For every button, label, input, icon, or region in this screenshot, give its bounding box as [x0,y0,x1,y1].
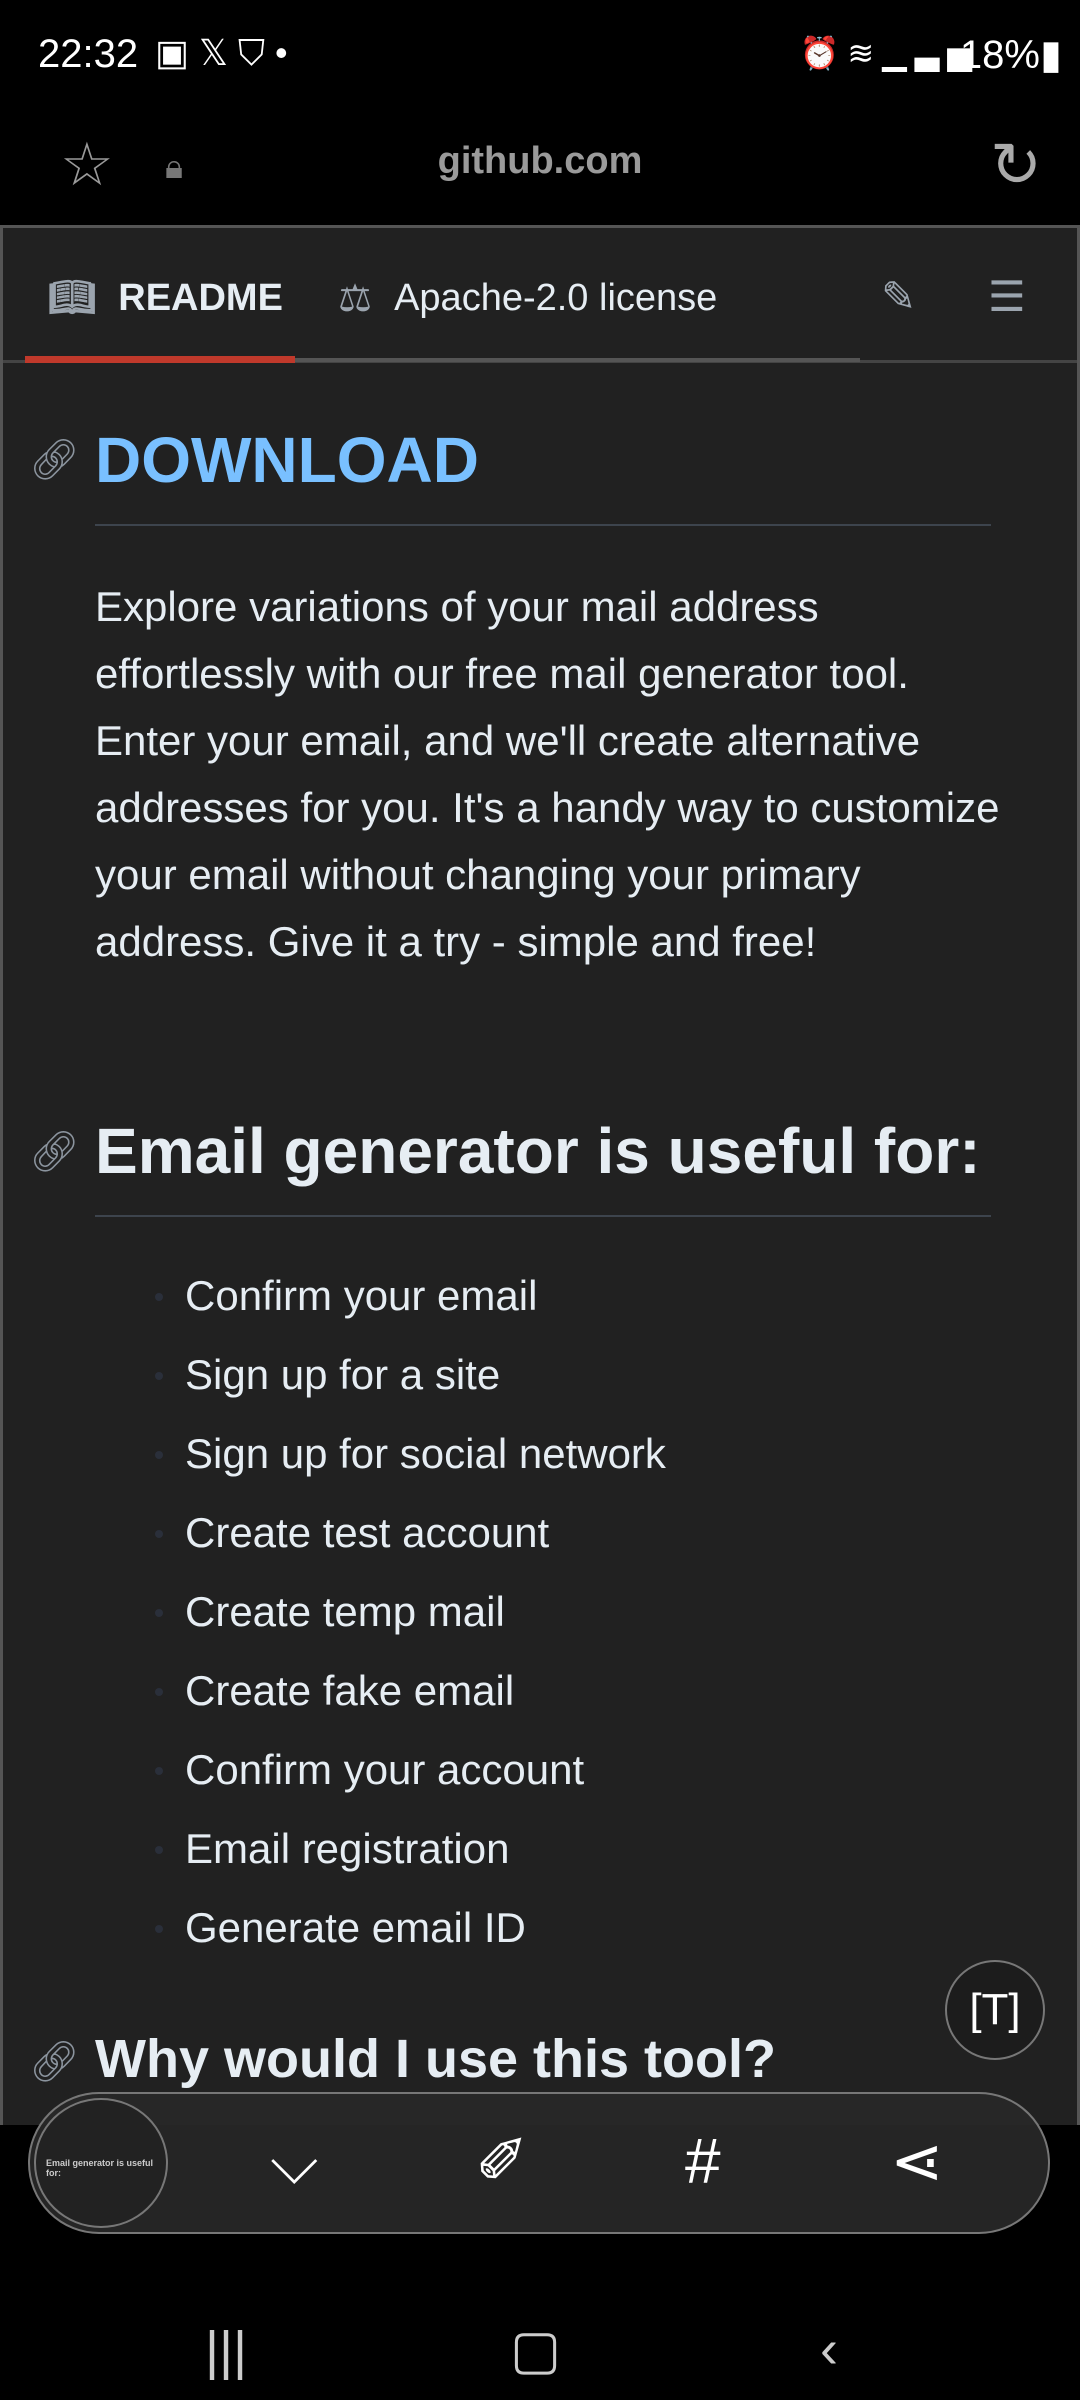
recent-apps-icon[interactable]: ||| [205,2320,247,2382]
heading-useful-for: Email generator is useful for: [95,1115,981,1187]
browser-url-bar: ☆ 🔒︎ github.com ↻ [0,110,1080,225]
edit-pencil-icon[interactable]: ✎ [881,272,916,321]
scroll-capture-icon[interactable]: ⌵ [270,2124,319,2199]
clock: 22:32 [38,32,139,76]
text-scan-icon: [T] [969,1985,1021,2034]
tab-underline [295,358,860,362]
battery: 18%▮ [960,32,1062,78]
home-icon[interactable]: ▢ [510,2318,561,2381]
notification-icons: ▣𝕏⛉• [155,32,298,75]
active-tab-underline [25,356,295,363]
anchor-link-icon[interactable]: 🔗︎ [29,2038,80,2085]
wifi-icon: ≋ [847,35,883,71]
crop-edit-icon[interactable]: ✐ [475,2124,529,2199]
list-item: Sign up for a site [155,1344,666,1423]
extract-text-button[interactable]: [T] [945,1960,1045,2060]
screenshot-toolbar: Email generator is useful for: ⌵ ✐ # ⋖ [28,2092,1050,2234]
reload-icon[interactable]: ↻ [990,128,1042,201]
list-item: Confirm your email [155,1265,666,1344]
list-item: Generate email ID [155,1897,666,1976]
tab-label: README [118,276,283,319]
gallery-icon: ▣ [155,32,200,73]
divider [95,1215,991,1217]
dot-icon: • [275,32,298,73]
list-item: Confirm your account [155,1739,666,1818]
readme-tabs: 📖︎ README ⚖ Apache-2.0 license ✎ ☰ [3,228,1077,363]
x-icon: 𝕏 [199,32,239,73]
tab-license[interactable]: ⚖ Apache-2.0 license [338,276,717,321]
use-case-list: Confirm your email Sign up for a site Si… [155,1265,666,1976]
system-icons: ⏰≋▁▃▅ [800,34,980,72]
book-icon: 📖︎ [48,277,97,319]
status-bar: 22:32 ▣𝕏⛉• ⏰≋▁▃▅ 18%▮ [0,0,1080,110]
heading-download[interactable]: DOWNLOAD [95,423,479,497]
list-item: Sign up for social network [155,1423,666,1502]
back-icon[interactable]: ‹ [820,2318,838,2380]
list-item: Create fake email [155,1660,666,1739]
heading-why-use: Why would I use this tool? [95,2029,776,2089]
thumb-text: Email generator is useful for: [46,2158,154,2178]
divider [95,524,991,526]
hashtag-button[interactable]: # [685,2124,721,2198]
description-paragraph: Explore variations of your mail address … [95,583,1000,965]
shield-icon: ⛉ [238,32,276,73]
list-item: Create temp mail [155,1581,666,1660]
tab-label: Apache-2.0 license [394,277,718,319]
scale-icon: ⚖ [338,278,373,320]
anchor-link-icon[interactable]: 🔗︎ [29,436,80,483]
anchor-link-icon[interactable]: 🔗︎ [29,1128,80,1175]
system-nav-bar: ||| ▢ ‹ [0,2300,1080,2400]
list-item: Create test account [155,1502,666,1581]
readme-panel: 📖︎ README ⚖ Apache-2.0 license ✎ ☰ 🔗︎ DOWN… [0,225,1080,2125]
alarm-icon: ⏰ [799,35,848,71]
battery-level: 18% [959,33,1040,77]
outline-list-icon[interactable]: ☰ [988,272,1026,321]
url-text[interactable]: github.com [0,140,1080,183]
screenshot-thumbnail[interactable]: Email generator is useful for: [34,2098,168,2228]
tab-readme[interactable]: 📖︎ README [48,276,283,320]
battery-icon: ▮ [1039,33,1062,77]
share-icon[interactable]: ⋖ [890,2124,944,2199]
list-item: Email registration [155,1818,666,1897]
